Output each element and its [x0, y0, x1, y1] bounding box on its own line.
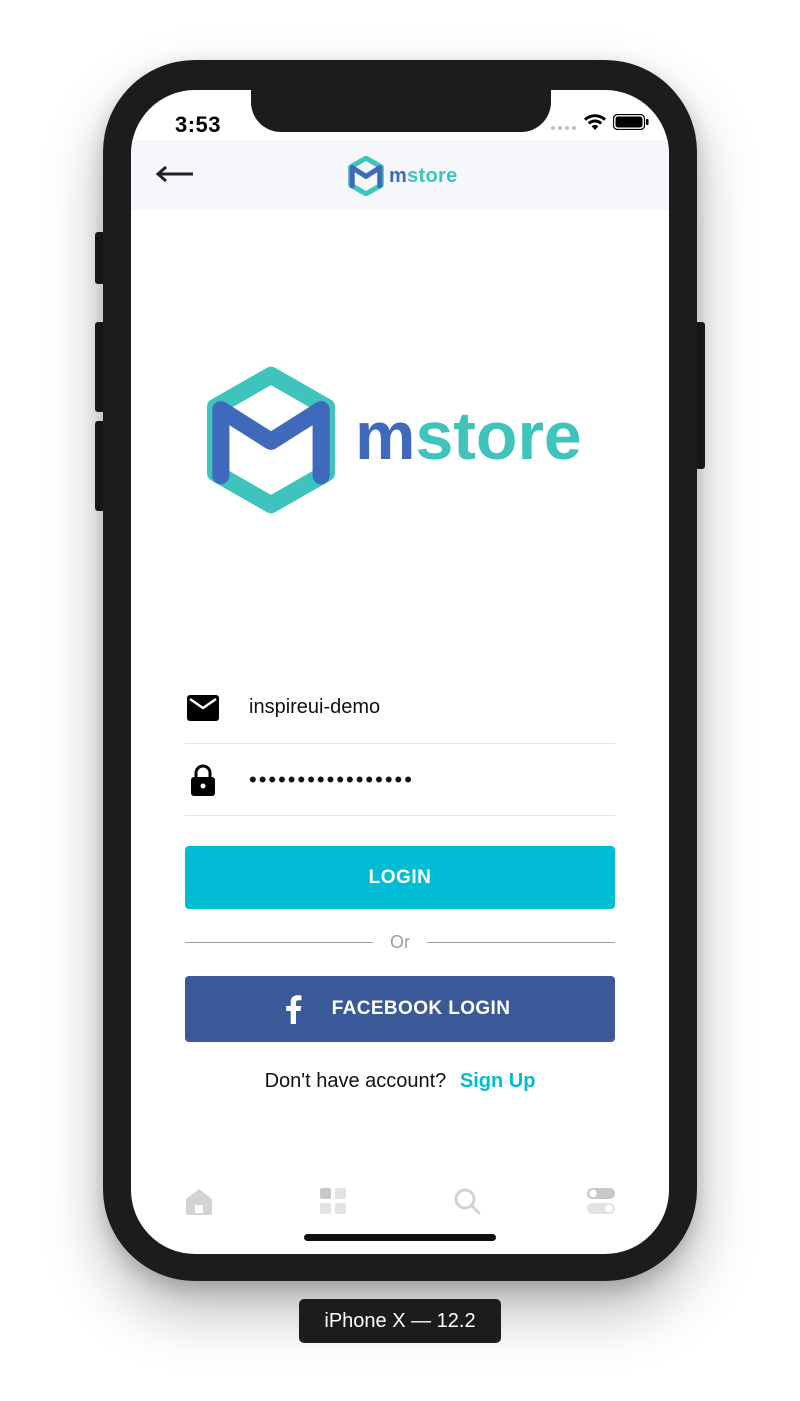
facebook-login-label: FACEBOOK LOGIN [331, 998, 511, 1019]
signup-link[interactable]: Sign Up [460, 1070, 536, 1092]
settings-toggle-icon[interactable] [585, 1185, 617, 1217]
lock-icon [185, 762, 221, 798]
signup-row: Don't have account? Sign Up [131, 1070, 669, 1093]
notch [251, 90, 551, 132]
divider-line [427, 942, 615, 943]
app-screen: 3:53 mstore mstore inspireui-demo ••••••… [131, 90, 669, 1254]
mstore-logo-icon [348, 156, 384, 196]
login-button[interactable]: LOGIN [185, 846, 615, 909]
cellular-signal-icon [551, 126, 576, 130]
or-divider: Or [185, 930, 615, 954]
facebook-icon [285, 995, 302, 1024]
brand-logo-rest: store [415, 398, 582, 474]
nav-logo-m: m [389, 164, 408, 187]
username-field-row [185, 672, 615, 744]
home-icon[interactable] [183, 1185, 215, 1217]
grid-icon[interactable] [317, 1185, 349, 1217]
password-field-row: ••••••••••••••••• [185, 744, 615, 816]
device-label: iPhone X — 12.2 [299, 1299, 501, 1343]
brand-logo-m: m [355, 398, 416, 474]
wifi-icon [584, 114, 606, 130]
facebook-login-button[interactable]: FACEBOOK LOGIN [185, 976, 615, 1042]
back-arrow-icon[interactable] [155, 164, 195, 184]
username-input[interactable] [249, 696, 615, 719]
nav-logo-rest: store [407, 164, 458, 187]
bottom-tab-bar [131, 1185, 669, 1225]
signup-prompt: Don't have account? [264, 1070, 447, 1092]
mail-icon [185, 690, 221, 726]
password-input[interactable]: ••••••••••••••••• [249, 767, 615, 793]
mstore-logo-icon [206, 366, 336, 514]
battery-icon [613, 114, 649, 130]
search-icon[interactable] [451, 1185, 483, 1217]
home-indicator [304, 1234, 496, 1241]
status-time: 3:53 [175, 112, 222, 137]
nav-logo: mstore [347, 156, 458, 196]
top-navbar: mstore [131, 140, 669, 210]
brand-logo: mstore [205, 366, 582, 514]
